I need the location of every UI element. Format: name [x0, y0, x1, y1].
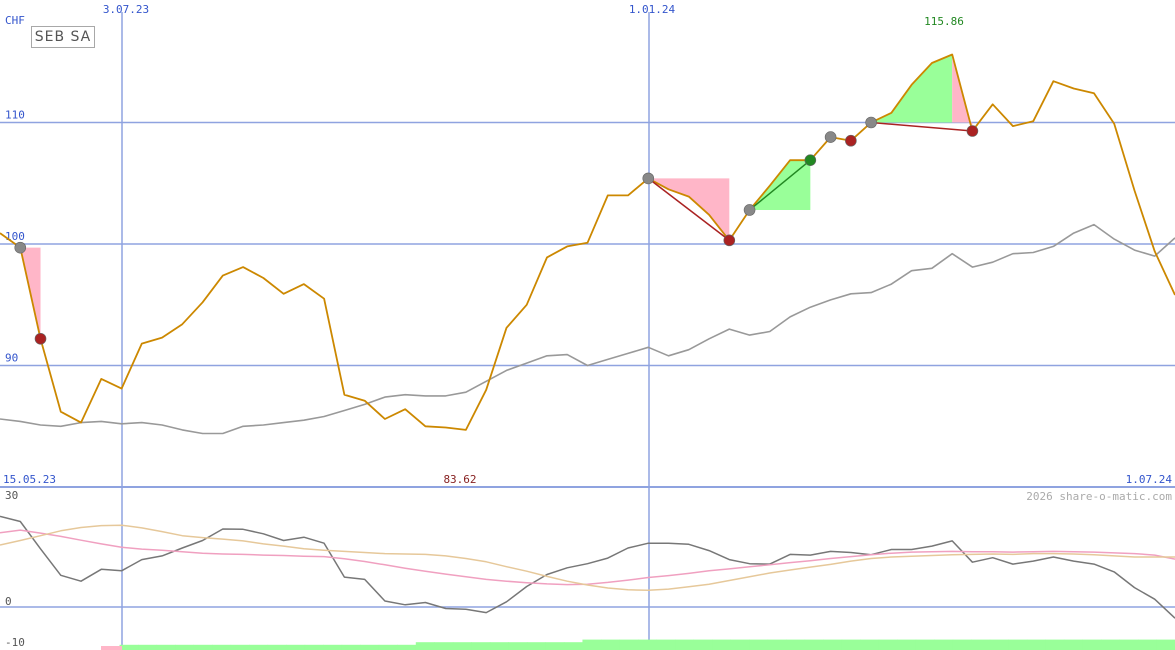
indicator-bar-7: [230, 644, 250, 650]
indicator-bar-21: [489, 642, 509, 650]
indicator-bar-23: [526, 642, 546, 650]
x-tick-label-jul23: 3.07.23: [103, 3, 149, 16]
indicator-bar-45: [934, 639, 954, 650]
indicator-bar-35: [749, 639, 769, 650]
indicator-bar-5: [193, 644, 213, 650]
currency-label: CHF: [5, 14, 25, 27]
indicator-bar-6: [212, 644, 232, 650]
indicator-bar-4: [175, 644, 195, 650]
indicator-bar-18: [434, 642, 454, 650]
trade-marker-5: [804, 154, 817, 166]
indicator-bar-37: [786, 639, 806, 650]
indicator-bar-28: [619, 639, 639, 650]
indicator-tick-0: 0: [5, 595, 12, 608]
indicator-bar-36: [767, 639, 787, 650]
indicator-bar-11: [304, 644, 324, 650]
indicator-bar-2: [138, 644, 158, 650]
trade-marker-7: [845, 134, 857, 147]
y-tick-label-90: 90: [5, 352, 18, 365]
trade-marker-8: [865, 116, 877, 129]
indicator-bar-48: [989, 639, 1009, 650]
price-chart: 90 100 110 15.05.23 3.07.23 1.01.24 1.07.24 CHF…: [0, 3, 1175, 650]
max-price-label: 115.86: [924, 15, 964, 28]
indicator-bar-53: [1082, 639, 1102, 650]
y-tick-label-110: 110: [5, 109, 25, 122]
trade-marker-9: [966, 125, 979, 137]
indicator-bar-1: [119, 644, 139, 650]
trade-marker-1: [34, 332, 47, 345]
indicator-bar-38: [804, 639, 824, 650]
indicator-line-0: [0, 515, 1175, 619]
indicator-bar-16: [397, 644, 417, 650]
indicator-bar-19: [452, 642, 472, 650]
indicator-bar-29: [638, 639, 658, 650]
indicator-bar-14: [360, 644, 380, 650]
indicator-bar-25: [563, 642, 583, 650]
indicator-bar-24: [545, 642, 565, 650]
indicator-bar-10: [286, 644, 306, 650]
trade-marker-4: [743, 204, 756, 216]
indicator-bar-9: [267, 644, 287, 650]
indicator-bar-49: [1008, 639, 1028, 650]
stock-name-box: SEB SA: [31, 26, 95, 48]
indicator-bar-22: [508, 642, 528, 650]
min-price-label: 83.62: [443, 473, 476, 486]
indicator-bar-sell: [101, 646, 122, 650]
y-tick-label-100: 100: [5, 230, 25, 243]
indicator-bar-47: [971, 639, 991, 650]
indicator-bar-33: [712, 639, 732, 650]
indicator-bar-27: [600, 639, 620, 650]
price-line: [0, 53, 1175, 431]
indicator-bar-52: [1063, 639, 1083, 650]
indicator-bar-40: [841, 639, 861, 650]
x-tick-label-jan24: 1.01.24: [629, 3, 676, 16]
indicator-bar-20: [471, 642, 491, 650]
indicator-bar-54: [1100, 639, 1120, 650]
indicator-bar-56: [1137, 639, 1157, 650]
trade-marker-2: [642, 172, 655, 185]
indicator-bar-41: [860, 639, 880, 650]
trade-marker-6: [824, 131, 837, 143]
indicator-bar-8: [249, 644, 269, 650]
indicator-tick-minus10: -10: [5, 636, 25, 649]
indicator-tick-30: 30: [5, 489, 18, 502]
indicator-bar-15: [378, 644, 398, 650]
indicator-bar-42: [878, 639, 898, 650]
x-tick-label-start: 15.05.23: [3, 473, 56, 486]
indicator-bar-34: [730, 639, 750, 650]
indicator-bar-13: [341, 644, 361, 650]
indicator-line-2: [0, 524, 1175, 591]
indicator-bar-57: [1156, 639, 1175, 650]
indicator-bar-39: [823, 639, 843, 650]
buy-area-2: [871, 54, 953, 123]
indicator-bar-55: [1119, 639, 1139, 650]
trade-marker-3: [723, 234, 736, 247]
indicator-bar-46: [952, 639, 972, 650]
indicator-bar-3: [156, 644, 176, 650]
indicator-bar-30: [656, 639, 676, 650]
indicator-bar-26: [582, 639, 602, 650]
indicator-bar-43: [897, 639, 917, 650]
indicator-bar-12: [323, 644, 343, 650]
indicator-bar-31: [675, 639, 695, 650]
x-tick-label-end: 1.07.24: [1126, 473, 1173, 486]
trade-line-sell-2: [871, 121, 973, 132]
indicator-bar-50: [1026, 639, 1046, 650]
indicator-bar-17: [415, 642, 435, 650]
indicator-line-1: [0, 529, 1175, 586]
indicator-bar-32: [693, 639, 713, 650]
trade-marker-0: [14, 241, 27, 254]
copyright-text: 2026 share-o-matic.com: [1026, 490, 1172, 503]
indicator-bar-51: [1045, 639, 1065, 650]
indicator-bar-44: [915, 639, 935, 650]
